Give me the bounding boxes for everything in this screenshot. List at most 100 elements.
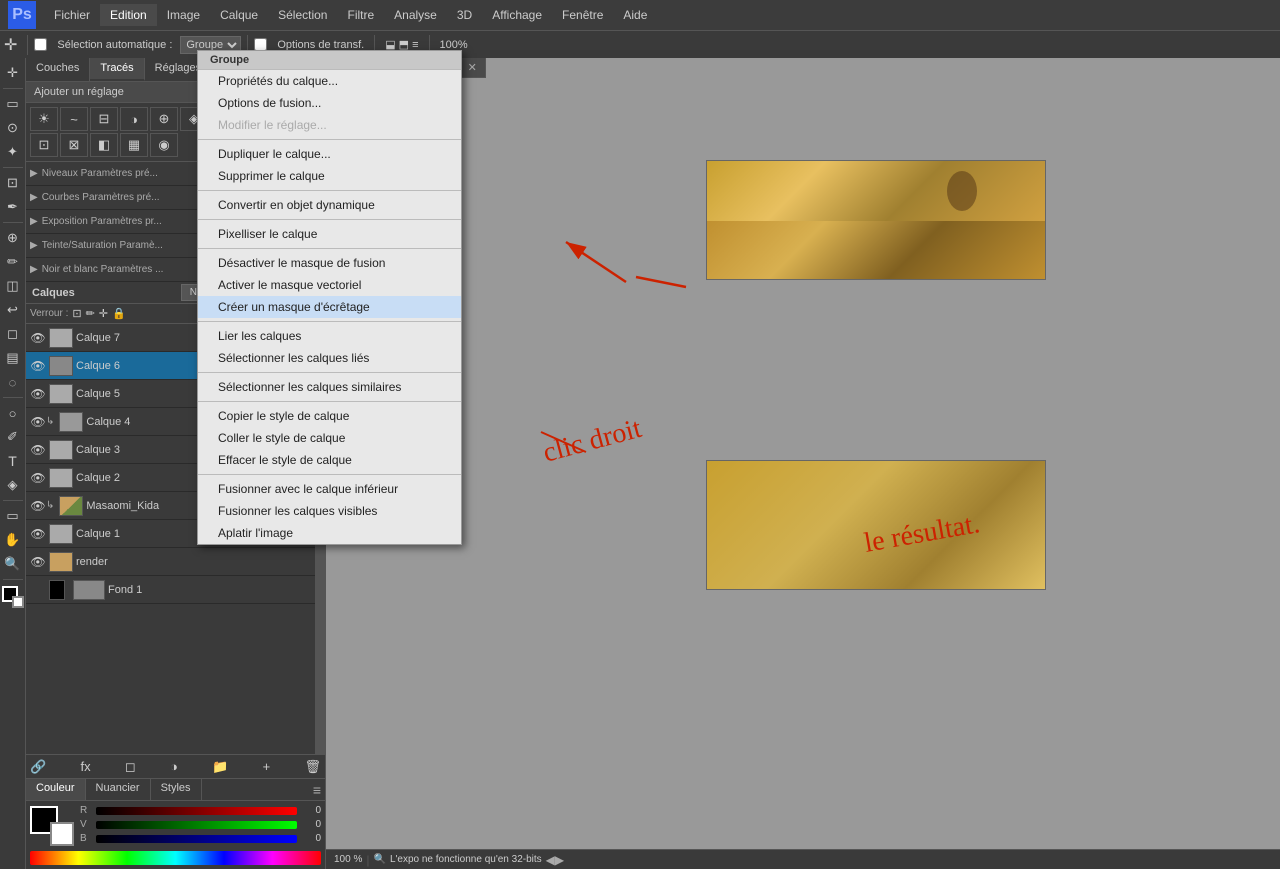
layer-group-btn[interactable]: 📁 [212, 759, 228, 775]
menu-edition[interactable]: Edition [100, 4, 157, 26]
tab-styles[interactable]: Styles [151, 779, 202, 800]
ctx-aplatir[interactable]: Aplatir l'image [198, 522, 461, 544]
layer-delete-btn[interactable]: 🗑 [304, 759, 321, 775]
tab-nuancier[interactable]: Nuancier [86, 779, 151, 800]
eyedropper-tool[interactable]: ✒ [2, 196, 24, 218]
menu-calque[interactable]: Calque [210, 4, 268, 26]
hand-tool[interactable]: ✋ [2, 529, 24, 551]
tab-couleur[interactable]: Couleur [26, 779, 86, 800]
ctx-effacer-style[interactable]: Effacer le style de calque [198, 449, 461, 471]
crop-tool[interactable]: ⊡ [2, 172, 24, 194]
ctx-convertir[interactable]: Convertir en objet dynamique [198, 194, 461, 216]
text-tool[interactable]: T [2, 450, 24, 472]
ctx-selectionner-similaires[interactable]: Sélectionner les calques similaires [198, 376, 461, 398]
background-swatch[interactable] [12, 596, 24, 608]
pen-tool[interactable]: ✐ [2, 426, 24, 448]
visibility-icon-render[interactable]: 👁 [30, 555, 46, 569]
layer-fx-btn[interactable]: fx [80, 759, 90, 774]
path-tool[interactable]: ◈ [2, 474, 24, 496]
visibility-icon-2[interactable]: 👁 [30, 471, 46, 485]
ctx-pixelliser[interactable]: Pixelliser le calque [198, 223, 461, 245]
ctx-fusionner-inferieur[interactable]: Fusionner avec le calque inférieur [198, 478, 461, 500]
brush-tool[interactable]: ✏ [2, 251, 24, 273]
channel-v-slider[interactable] [96, 821, 297, 829]
foreground-bg-swatches[interactable] [2, 586, 24, 608]
lock-brush-icon[interactable]: ✏ [86, 307, 95, 320]
move-tool[interactable]: ✛ [2, 62, 24, 84]
ctx-creer-masque-ecretage[interactable]: Créer un masque d'écrêtage [198, 296, 461, 318]
channel-r-slider[interactable] [96, 807, 297, 815]
ctx-coller-style[interactable]: Coller le style de calque [198, 427, 461, 449]
poster-adj-icon[interactable]: ⊠ [60, 133, 88, 157]
ctx-supprimer[interactable]: Supprimer le calque [198, 165, 461, 187]
status-nav-left[interactable]: ◀ [546, 853, 555, 867]
visibility-icon-3[interactable]: 👁 [30, 443, 46, 457]
visibility-icon-masaomi[interactable]: 👁 [30, 499, 46, 513]
menu-image[interactable]: Image [157, 4, 210, 26]
zoom-tool[interactable]: 🔍 [2, 553, 24, 575]
menu-aide[interactable]: Aide [613, 4, 657, 26]
ctx-lier-calques[interactable]: Lier les calques [198, 325, 461, 347]
hue-sat-adj-icon[interactable]: ⊕ [150, 107, 178, 131]
ctx-dupliquer[interactable]: Dupliquer le calque... [198, 143, 461, 165]
curves-adj-icon[interactable]: ~ [60, 107, 88, 131]
visibility-icon-5[interactable]: 👁 [30, 387, 46, 401]
visibility-icon-4[interactable]: 👁 [30, 415, 46, 429]
couleur-options-btn[interactable]: ≡ [309, 779, 325, 800]
layer-link-btn[interactable]: 🔗 [30, 759, 46, 775]
menu-selection[interactable]: Sélection [268, 4, 337, 26]
lock-all-icon[interactable]: 🔒 [112, 307, 126, 320]
bg-color-swatch[interactable] [50, 822, 74, 846]
ctx-selectionner-lies[interactable]: Sélectionner les calques liés [198, 347, 461, 369]
ctx-modifier-reglage[interactable]: Modifier le réglage... [198, 114, 461, 136]
gradient-tool[interactable]: ▤ [2, 347, 24, 369]
threshold-adj-icon[interactable]: ◧ [90, 133, 118, 157]
visibility-icon-6[interactable]: 👁 [30, 359, 46, 373]
ctx-proprietes[interactable]: Propriétés du calque... [198, 70, 461, 92]
channel-b-slider[interactable] [96, 835, 297, 843]
levels-adj-icon[interactable]: ⊟ [90, 107, 118, 131]
lasso-tool[interactable]: ⊙ [2, 117, 24, 139]
ctx-desactiver-masque[interactable]: Désactiver le masque de fusion [198, 252, 461, 274]
brightness-adj-icon[interactable]: ☀ [30, 107, 58, 131]
menu-3d[interactable]: 3D [447, 4, 482, 26]
auto-selection-checkbox[interactable] [34, 38, 47, 51]
stamp-tool[interactable]: ◫ [2, 275, 24, 297]
menu-fenetre[interactable]: Fenêtre [552, 4, 613, 26]
healing-tool[interactable]: ⊕ [2, 227, 24, 249]
dodge-tool[interactable]: ○ [2, 402, 24, 424]
selection-tool[interactable]: ▭ [2, 93, 24, 115]
visibility-icon-7[interactable]: 👁 [30, 331, 46, 345]
menu-fichier[interactable]: Fichier [44, 4, 100, 26]
gradient-map-adj-icon[interactable]: ▦ [120, 133, 148, 157]
ctx-options-fusion[interactable]: Options de fusion... [198, 92, 461, 114]
visibility-icon-1[interactable]: 👁 [30, 527, 46, 541]
menu-filtre[interactable]: Filtre [337, 4, 384, 26]
doc-tab-close-btn[interactable]: ✕ [468, 61, 477, 74]
lock-move-icon[interactable]: ✛ [99, 307, 108, 320]
shape-tool[interactable]: ▭ [2, 505, 24, 527]
lock-checkered-icon[interactable]: ⊡ [72, 307, 81, 320]
ctx-copier-style[interactable]: Copier le style de calque [198, 405, 461, 427]
invert-adj-icon[interactable]: ⊡ [30, 133, 58, 157]
eraser-tool[interactable]: ◻ [2, 323, 24, 345]
color-spectrum[interactable] [30, 851, 321, 865]
layer-mask-btn[interactable]: ◻ [125, 759, 136, 775]
tab-couches[interactable]: Couches [26, 58, 90, 81]
menu-analyse[interactable]: Analyse [384, 4, 447, 26]
color-swatches[interactable] [30, 806, 74, 846]
layer-adj-btn[interactable]: ◑ [170, 759, 178, 774]
layer-render[interactable]: 👁 render [26, 548, 325, 576]
wand-tool[interactable]: ✦ [2, 141, 24, 163]
selective-color-adj-icon[interactable]: ◉ [150, 133, 178, 157]
menu-affichage[interactable]: Affichage [482, 4, 552, 26]
exposure-adj-icon[interactable]: ◑ [120, 107, 148, 131]
move-tool-icon[interactable]: ✛ [4, 35, 17, 55]
layer-new-btn[interactable]: + [263, 759, 271, 774]
layer-fond1[interactable]: 👁 Fond 1 [26, 576, 325, 604]
ctx-fusionner-visibles[interactable]: Fusionner les calques visibles [198, 500, 461, 522]
ctx-activer-vectoriel[interactable]: Activer le masque vectoriel [198, 274, 461, 296]
tab-traces[interactable]: Tracés [90, 58, 144, 81]
history-tool[interactable]: ↩ [2, 299, 24, 321]
status-nav-right[interactable]: ▶ [555, 853, 564, 867]
